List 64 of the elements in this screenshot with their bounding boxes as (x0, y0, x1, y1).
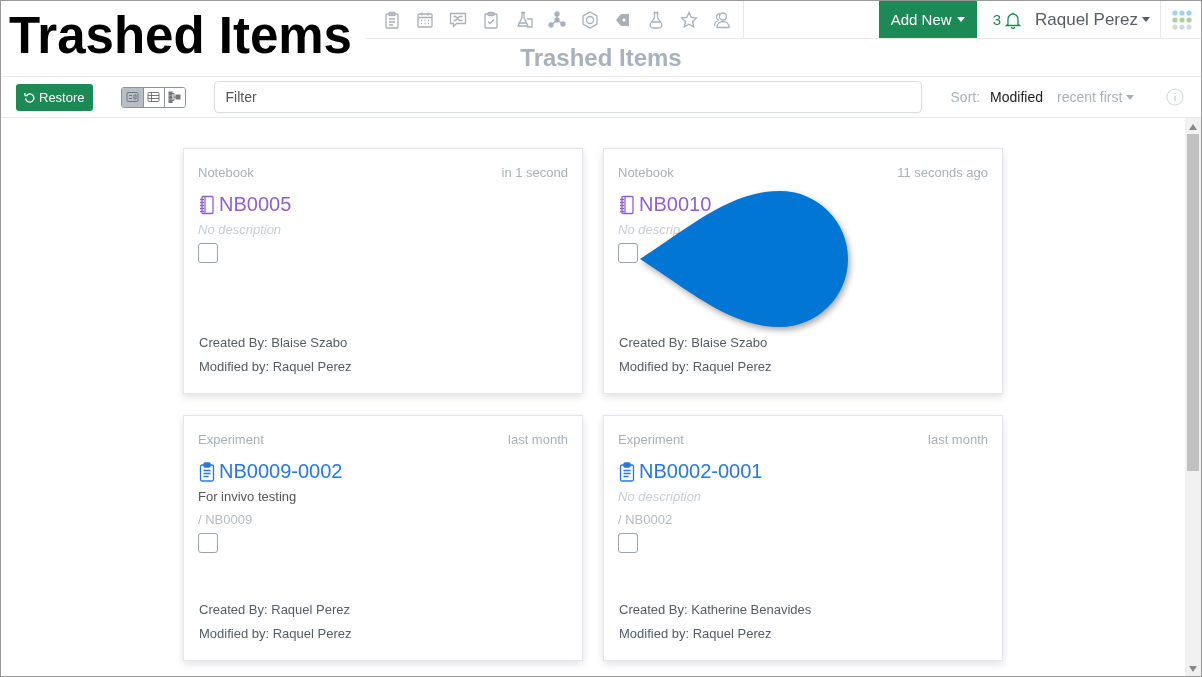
filter-field[interactable]: Filter (213, 81, 922, 113)
scroll-up-icon[interactable] (1189, 124, 1197, 130)
cards-view-icon (125, 91, 139, 103)
modified-by-text: Modified by: Raquel Perez (199, 358, 353, 376)
sort-label: Sort: (950, 89, 981, 105)
select-checkbox[interactable] (198, 243, 218, 263)
clipboard-icon (198, 461, 216, 482)
modified-by-text: Modified by: Raquel Perez (619, 625, 773, 643)
view-toggle[interactable] (121, 87, 143, 107)
item-time: last month (928, 432, 988, 447)
info-icon[interactable] (1166, 88, 1185, 106)
add-new-button[interactable]: Add New (878, 1, 977, 38)
table-view-icon (147, 91, 161, 103)
calendar-icon[interactable] (416, 10, 434, 29)
restore-button[interactable]: Restore (16, 83, 93, 111)
modified-by-text: Modified by: Raquel Perez (619, 358, 773, 376)
apps-grid-icon[interactable] (1172, 9, 1192, 30)
clipboard-check-icon[interactable] (482, 10, 500, 29)
caret-icon (1126, 94, 1135, 100)
hexagon-icon[interactable] (581, 10, 599, 29)
item-time: 11 seconds ago (897, 165, 988, 180)
notification-count: 3 (992, 11, 1001, 28)
created-by-text: Created By: Blaise Szabo (199, 334, 349, 352)
users-icon[interactable] (713, 10, 731, 29)
item-time: last month (508, 432, 568, 447)
select-checkbox[interactable] (198, 533, 218, 553)
star-icon[interactable] (680, 10, 698, 29)
tree-view-icon (168, 91, 182, 103)
item-time: in 1 second (501, 165, 568, 180)
scroll-down-icon[interactable] (1189, 666, 1197, 672)
select-checkbox[interactable] (618, 243, 638, 263)
notebook-icon (198, 194, 216, 215)
caret-icon (1142, 17, 1150, 22)
modified-by-text: Modified by: Raquel Perez (199, 625, 353, 643)
item-type: Notebook (618, 165, 674, 180)
clipboard-icon[interactable] (383, 10, 401, 29)
item-type: Experiment (618, 432, 684, 447)
sort-order-dropdown[interactable]: recent first (1057, 89, 1135, 105)
caret-icon (956, 17, 965, 22)
nodes-icon[interactable] (548, 10, 566, 29)
notebook-icon (618, 194, 636, 215)
flask-icon[interactable] (647, 10, 665, 29)
flask-rack-icon[interactable] (515, 10, 533, 29)
user-menu[interactable]: Raquel Perez (1035, 1, 1161, 38)
item-link[interactable]: NB0005 (219, 193, 292, 216)
item-link[interactable]: NB0009-0002 (219, 460, 343, 483)
bell-icon[interactable] (1005, 10, 1021, 29)
undo-icon (24, 91, 35, 103)
created-by-text: Created By: Blaise Szabo (619, 334, 769, 352)
item-link[interactable]: NB0002-0001 (639, 460, 763, 483)
page-title: Trashed Items (520, 43, 682, 72)
item-type: Experiment (198, 432, 264, 447)
view-toggle[interactable] (163, 87, 185, 107)
scrollbar[interactable] (1185, 118, 1201, 676)
chat-shuffle-icon[interactable] (449, 10, 467, 29)
clipboard-icon (618, 461, 636, 482)
item-type: Notebook (198, 165, 254, 180)
item-link[interactable]: NB0010 (639, 193, 712, 216)
created-by-text: Created By: Raquel Perez (199, 601, 352, 619)
view-toggle-group[interactable] (120, 86, 186, 108)
sort-field-dropdown[interactable]: Modified (990, 89, 1044, 105)
select-checkbox[interactable] (618, 533, 638, 553)
created-by-text: Created By: Katherine Benavides (619, 601, 813, 619)
item-description: For invivo testing (198, 489, 298, 504)
